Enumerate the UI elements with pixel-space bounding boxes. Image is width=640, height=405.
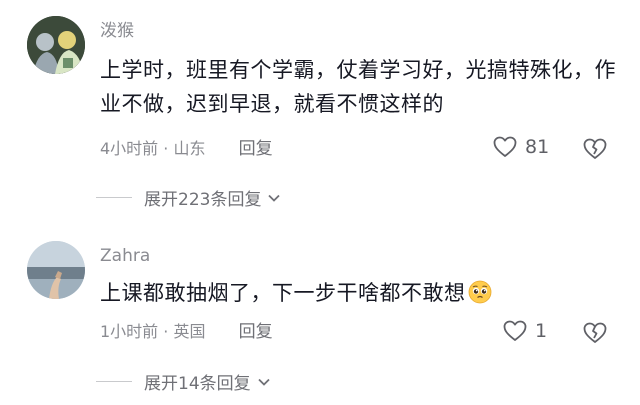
- broken-heart-icon[interactable]: [583, 322, 607, 344]
- like-count: 81: [525, 136, 550, 158]
- avatar-image: [27, 241, 85, 299]
- heart-icon: [503, 320, 527, 341]
- comment-text: 上课都敢抽烟了，下一步干啥都不敢想: [100, 276, 625, 310]
- meta-separator: ·: [163, 139, 169, 158]
- expand-replies-label: 展开14条回复: [144, 374, 251, 394]
- comment-text-content: 上课都敢抽烟了，下一步干啥都不敢想: [100, 281, 466, 305]
- heart-icon: [493, 136, 517, 157]
- reply-button[interactable]: 回复: [239, 139, 273, 159]
- comment-time: 1小时前: [100, 322, 159, 341]
- like-button[interactable]: 1: [503, 320, 547, 342]
- comment-location: 英国: [173, 322, 206, 341]
- comment-time: 4小时前: [100, 139, 159, 158]
- avatar[interactable]: [27, 241, 85, 299]
- comment-item: 泼猴 上学时，班里有个学霸，仗着学习好，光搞特殊化，作业不做，迟到早退，就看不惯…: [0, 0, 640, 225]
- meta-separator: ·: [163, 322, 169, 341]
- avatar-image: [27, 16, 85, 74]
- comment-item: Zahra 上课都敢抽烟了，下一步干啥都不敢想 1小时前 · 英国 回复 1 展…: [0, 225, 640, 405]
- comment-meta: 4小时前 · 山东 回复: [100, 139, 273, 159]
- username[interactable]: Zahra: [100, 246, 150, 266]
- comment-meta: 1小时前 · 英国 回复: [100, 322, 273, 342]
- expand-replies-button[interactable]: 展开14条回复: [96, 369, 271, 394]
- expand-replies-button[interactable]: 展开223条回复: [96, 185, 281, 210]
- comment-location: 山东: [173, 139, 206, 158]
- chevron-down-icon: [268, 194, 281, 202]
- divider-line: [96, 197, 132, 198]
- expand-replies-label: 展开223条回复: [144, 190, 262, 210]
- comment-text: 上学时，班里有个学霸，仗着学习好，光搞特殊化，作业不做，迟到早退，就看不惯这样的: [100, 58, 616, 116]
- like-count: 1: [535, 320, 548, 342]
- avatar[interactable]: [27, 16, 85, 74]
- broken-heart-icon[interactable]: [583, 138, 607, 160]
- reply-button[interactable]: 回复: [239, 322, 273, 342]
- pleading-face-emoji: [468, 280, 491, 304]
- chevron-down-icon: [258, 378, 270, 386]
- username[interactable]: 泼猴: [100, 21, 134, 41]
- like-button[interactable]: 81: [493, 136, 549, 158]
- divider-line: [96, 381, 132, 382]
